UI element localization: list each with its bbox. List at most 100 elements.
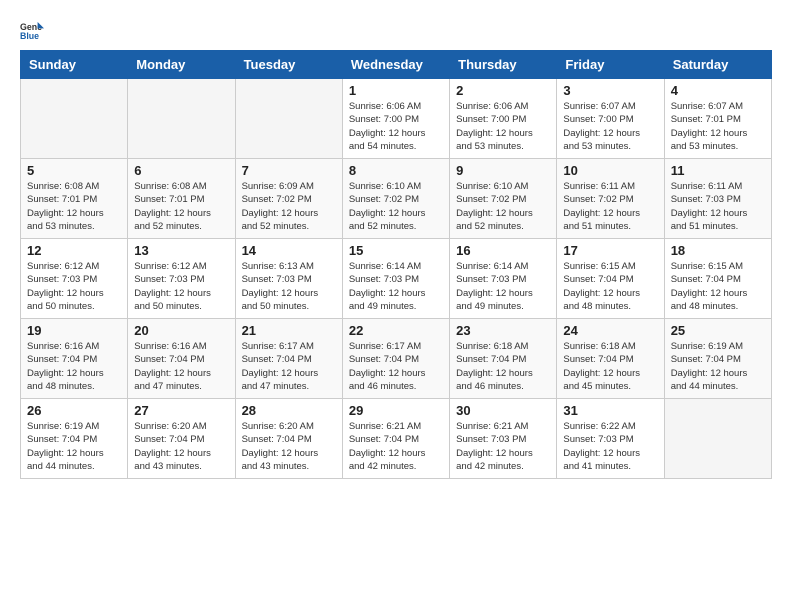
day-number: 13 bbox=[134, 243, 228, 258]
day-info: Sunrise: 6:18 AM Sunset: 7:04 PM Dayligh… bbox=[563, 340, 657, 393]
calendar-cell: 31Sunrise: 6:22 AM Sunset: 7:03 PM Dayli… bbox=[557, 399, 664, 479]
day-number: 9 bbox=[456, 163, 550, 178]
day-info: Sunrise: 6:17 AM Sunset: 7:04 PM Dayligh… bbox=[349, 340, 443, 393]
day-info: Sunrise: 6:12 AM Sunset: 7:03 PM Dayligh… bbox=[27, 260, 121, 313]
day-info: Sunrise: 6:09 AM Sunset: 7:02 PM Dayligh… bbox=[242, 180, 336, 233]
day-number: 3 bbox=[563, 83, 657, 98]
day-number: 25 bbox=[671, 323, 765, 338]
day-info: Sunrise: 6:06 AM Sunset: 7:00 PM Dayligh… bbox=[349, 100, 443, 153]
day-info: Sunrise: 6:15 AM Sunset: 7:04 PM Dayligh… bbox=[671, 260, 765, 313]
day-info: Sunrise: 6:19 AM Sunset: 7:04 PM Dayligh… bbox=[671, 340, 765, 393]
calendar-header-row: SundayMondayTuesdayWednesdayThursdayFrid… bbox=[21, 51, 772, 79]
day-header-sunday: Sunday bbox=[21, 51, 128, 79]
day-info: Sunrise: 6:21 AM Sunset: 7:03 PM Dayligh… bbox=[456, 420, 550, 473]
calendar-cell: 23 Sunrise: 6:18 AM Sunset: 7:04 PM Dayli… bbox=[450, 319, 557, 399]
day-info: Sunrise: 6:20 AM Sunset: 7:04 PM Dayligh… bbox=[242, 420, 336, 473]
calendar-cell: 8 Sunrise: 6:10 AM Sunset: 7:02 PM Daylig… bbox=[342, 159, 449, 239]
calendar-cell: 24 Sunrise: 6:18 AM Sunset: 7:04 PM Dayli… bbox=[557, 319, 664, 399]
calendar-cell: 26Sunrise: 6:19 AM Sunset: 7:04 PM Dayli… bbox=[21, 399, 128, 479]
day-info: Sunrise: 6:19 AM Sunset: 7:04 PM Dayligh… bbox=[27, 420, 121, 473]
calendar-cell: 15 Sunrise: 6:14 AM Sunset: 7:03 PM Dayli… bbox=[342, 239, 449, 319]
calendar-cell: 30 Sunrise: 6:21 AM Sunset: 7:03 PM Dayli… bbox=[450, 399, 557, 479]
day-header-saturday: Saturday bbox=[664, 51, 771, 79]
calendar-week-4: 19 Sunrise: 6:16 AM Sunset: 7:04 PM Dayli… bbox=[21, 319, 772, 399]
day-number: 6 bbox=[134, 163, 228, 178]
svg-text:Blue: Blue bbox=[20, 31, 39, 40]
day-header-thursday: Thursday bbox=[450, 51, 557, 79]
calendar-cell: 5 Sunrise: 6:08 AM Sunset: 7:01 PM Daylig… bbox=[21, 159, 128, 239]
day-number: 10 bbox=[563, 163, 657, 178]
day-number: 30 bbox=[456, 403, 550, 418]
calendar-cell: 9 Sunrise: 6:10 AM Sunset: 7:02 PM Daylig… bbox=[450, 159, 557, 239]
day-info: Sunrise: 6:11 AM Sunset: 7:03 PM Dayligh… bbox=[671, 180, 765, 233]
day-number: 4 bbox=[671, 83, 765, 98]
calendar-cell: 10 Sunrise: 6:11 AM Sunset: 7:02 PM Dayli… bbox=[557, 159, 664, 239]
day-number: 22 bbox=[349, 323, 443, 338]
day-number: 7 bbox=[242, 163, 336, 178]
day-number: 1 bbox=[349, 83, 443, 98]
day-header-tuesday: Tuesday bbox=[235, 51, 342, 79]
day-number: 5 bbox=[27, 163, 121, 178]
calendar-week-5: 26Sunrise: 6:19 AM Sunset: 7:04 PM Dayli… bbox=[21, 399, 772, 479]
day-number: 16 bbox=[456, 243, 550, 258]
day-number: 12 bbox=[27, 243, 121, 258]
calendar-cell: 12 Sunrise: 6:12 AM Sunset: 7:03 PM Dayli… bbox=[21, 239, 128, 319]
day-number: 2 bbox=[456, 83, 550, 98]
calendar-week-2: 5 Sunrise: 6:08 AM Sunset: 7:01 PM Daylig… bbox=[21, 159, 772, 239]
logo-icon: Gene Blue bbox=[20, 20, 44, 40]
calendar-cell: 20Sunrise: 6:16 AM Sunset: 7:04 PM Dayli… bbox=[128, 319, 235, 399]
day-info: Sunrise: 6:16 AM Sunset: 7:04 PM Dayligh… bbox=[134, 340, 228, 393]
day-info: Sunrise: 6:21 AM Sunset: 7:04 PM Dayligh… bbox=[349, 420, 443, 473]
calendar-cell: 4 Sunrise: 6:07 AM Sunset: 7:01 PM Daylig… bbox=[664, 79, 771, 159]
calendar-week-1: 1 Sunrise: 6:06 AM Sunset: 7:00 PM Daylig… bbox=[21, 79, 772, 159]
day-number: 8 bbox=[349, 163, 443, 178]
calendar-cell: 2 Sunrise: 6:06 AM Sunset: 7:00 PM Daylig… bbox=[450, 79, 557, 159]
day-number: 17 bbox=[563, 243, 657, 258]
day-info: Sunrise: 6:10 AM Sunset: 7:02 PM Dayligh… bbox=[456, 180, 550, 233]
day-number: 24 bbox=[563, 323, 657, 338]
calendar-cell: 29 Sunrise: 6:21 AM Sunset: 7:04 PM Dayli… bbox=[342, 399, 449, 479]
day-info: Sunrise: 6:22 AM Sunset: 7:03 PM Dayligh… bbox=[563, 420, 657, 473]
day-number: 18 bbox=[671, 243, 765, 258]
day-info: Sunrise: 6:14 AM Sunset: 7:03 PM Dayligh… bbox=[349, 260, 443, 313]
calendar-cell bbox=[235, 79, 342, 159]
calendar-cell bbox=[21, 79, 128, 159]
calendar-cell: 25 Sunrise: 6:19 AM Sunset: 7:04 PM Dayli… bbox=[664, 319, 771, 399]
calendar-cell: 14Sunrise: 6:13 AM Sunset: 7:03 PM Dayli… bbox=[235, 239, 342, 319]
calendar-cell: 3Sunrise: 6:07 AM Sunset: 7:00 PM Daylig… bbox=[557, 79, 664, 159]
calendar-week-3: 12 Sunrise: 6:12 AM Sunset: 7:03 PM Dayli… bbox=[21, 239, 772, 319]
day-header-monday: Monday bbox=[128, 51, 235, 79]
logo: Gene Blue bbox=[20, 20, 48, 40]
day-info: Sunrise: 6:11 AM Sunset: 7:02 PM Dayligh… bbox=[563, 180, 657, 233]
day-info: Sunrise: 6:12 AM Sunset: 7:03 PM Dayligh… bbox=[134, 260, 228, 313]
day-header-friday: Friday bbox=[557, 51, 664, 79]
calendar-cell: 21Sunrise: 6:17 AM Sunset: 7:04 PM Dayli… bbox=[235, 319, 342, 399]
day-number: 29 bbox=[349, 403, 443, 418]
day-number: 15 bbox=[349, 243, 443, 258]
calendar-cell: 7 Sunrise: 6:09 AM Sunset: 7:02 PM Daylig… bbox=[235, 159, 342, 239]
calendar-cell bbox=[664, 399, 771, 479]
day-number: 11 bbox=[671, 163, 765, 178]
day-number: 23 bbox=[456, 323, 550, 338]
day-info: Sunrise: 6:08 AM Sunset: 7:01 PM Dayligh… bbox=[134, 180, 228, 233]
day-number: 28 bbox=[242, 403, 336, 418]
calendar-cell: 27Sunrise: 6:20 AM Sunset: 7:04 PM Dayli… bbox=[128, 399, 235, 479]
day-info: Sunrise: 6:08 AM Sunset: 7:01 PM Dayligh… bbox=[27, 180, 121, 233]
day-info: Sunrise: 6:18 AM Sunset: 7:04 PM Dayligh… bbox=[456, 340, 550, 393]
calendar-cell: 6 Sunrise: 6:08 AM Sunset: 7:01 PM Daylig… bbox=[128, 159, 235, 239]
day-info: Sunrise: 6:14 AM Sunset: 7:03 PM Dayligh… bbox=[456, 260, 550, 313]
calendar-cell: 1 Sunrise: 6:06 AM Sunset: 7:00 PM Daylig… bbox=[342, 79, 449, 159]
day-number: 19 bbox=[27, 323, 121, 338]
day-info: Sunrise: 6:07 AM Sunset: 7:01 PM Dayligh… bbox=[671, 100, 765, 153]
calendar-cell: 18 Sunrise: 6:15 AM Sunset: 7:04 PM Dayli… bbox=[664, 239, 771, 319]
calendar-cell: 16 Sunrise: 6:14 AM Sunset: 7:03 PM Dayli… bbox=[450, 239, 557, 319]
page-header: Gene Blue bbox=[20, 20, 772, 40]
day-number: 21 bbox=[242, 323, 336, 338]
day-info: Sunrise: 6:10 AM Sunset: 7:02 PM Dayligh… bbox=[349, 180, 443, 233]
day-info: Sunrise: 6:16 AM Sunset: 7:04 PM Dayligh… bbox=[27, 340, 121, 393]
calendar-cell: 11 Sunrise: 6:11 AM Sunset: 7:03 PM Dayli… bbox=[664, 159, 771, 239]
calendar-cell bbox=[128, 79, 235, 159]
day-info: Sunrise: 6:13 AM Sunset: 7:03 PM Dayligh… bbox=[242, 260, 336, 313]
calendar-cell: 13 Sunrise: 6:12 AM Sunset: 7:03 PM Dayli… bbox=[128, 239, 235, 319]
day-info: Sunrise: 6:06 AM Sunset: 7:00 PM Dayligh… bbox=[456, 100, 550, 153]
